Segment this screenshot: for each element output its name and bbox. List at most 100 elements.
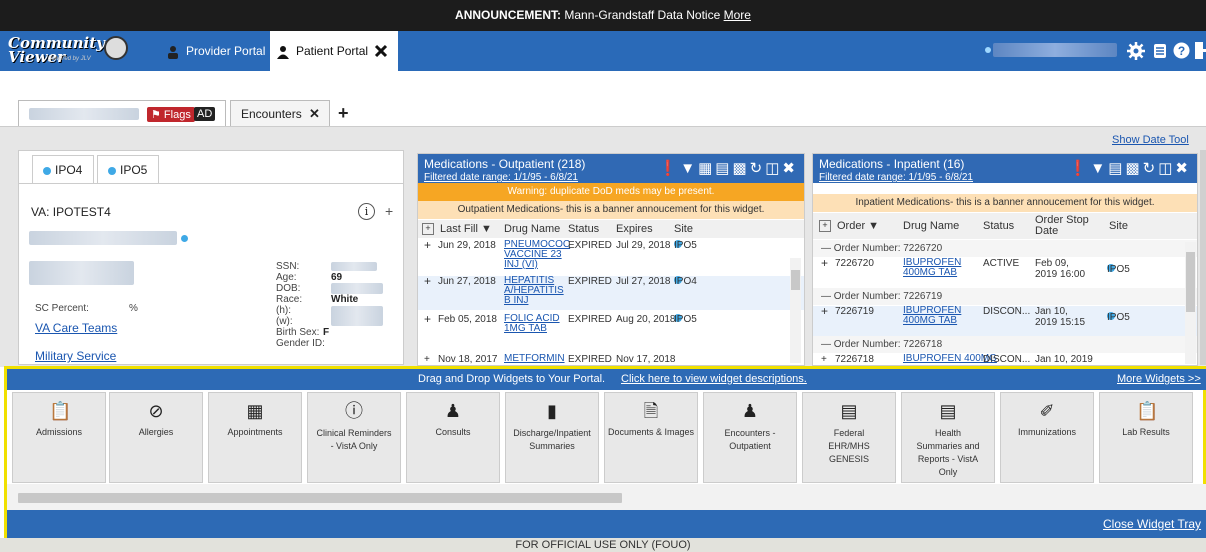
- collapse-icon[interactable]: —: [821, 243, 831, 254]
- widget-toolbar-icons[interactable]: ❗▼▦▤▩↻◫✖: [659, 159, 798, 177]
- widget-card-consults[interactable]: ♟ Consults: [406, 392, 500, 483]
- site-tab-ipo5[interactable]: IPO5: [97, 155, 159, 183]
- widget-toolbar-icons[interactable]: ❗▼▤▩↻◫✖: [1069, 159, 1191, 177]
- drug-name-link[interactable]: METFORMIN: [504, 354, 565, 364]
- expand-row-icon[interactable]: +: [424, 312, 431, 326]
- calendar-icon[interactable]: ▦: [698, 160, 715, 177]
- widget-card-federal-ehr[interactable]: ▤ Federal EHR/MHS GENESIS: [802, 392, 896, 483]
- col-last-fill[interactable]: Last Fill ▼: [440, 220, 492, 238]
- widget-card-discharge[interactable]: ▮ Discharge/Inpatient Summaries: [505, 392, 599, 483]
- expand-all-icon[interactable]: +: [819, 220, 831, 232]
- widget-card-encounters-outpatient[interactable]: ♟ Encounters - Outpatient: [703, 392, 797, 483]
- encounters-tab[interactable]: Encounters ✕: [230, 100, 330, 126]
- order-group-header[interactable]: — Order Number: 7226718: [813, 336, 1197, 353]
- collapse-icon[interactable]: —: [821, 339, 831, 350]
- announcement-more-link[interactable]: More: [724, 8, 751, 22]
- site-tab-ipo4[interactable]: IPO4: [32, 155, 94, 183]
- col-order[interactable]: Order ▼: [837, 213, 879, 239]
- close-widget-tray-link[interactable]: Close Widget Tray: [1103, 517, 1201, 531]
- refresh-icon[interactable]: ↻: [750, 160, 766, 177]
- info-icon[interactable]: ❗: [1069, 160, 1091, 177]
- expand-row-icon[interactable]: +: [424, 238, 431, 252]
- filter-icon[interactable]: ▼: [680, 160, 698, 177]
- order-group-header[interactable]: — Order Number: 7226720: [813, 240, 1197, 257]
- clipboard-icon[interactable]: ▤: [715, 160, 732, 177]
- scroll-thumb[interactable]: [791, 270, 800, 290]
- tray-scroll-thumb[interactable]: [18, 493, 622, 503]
- patient-portal-tab[interactable]: Patient Portal: [270, 31, 398, 71]
- col-status[interactable]: Status: [983, 213, 1014, 239]
- close-icon[interactable]: ✖: [782, 160, 798, 177]
- widget-descriptions-link[interactable]: Click here to view widget descriptions.: [621, 369, 807, 390]
- col-site[interactable]: Site: [674, 220, 693, 238]
- flags-badge[interactable]: ⚑ Flags: [147, 107, 195, 122]
- col-drug-name[interactable]: Drug Name: [504, 220, 560, 238]
- expand-icon[interactable]: ◫: [1158, 160, 1175, 177]
- expand-row-icon[interactable]: +: [821, 256, 828, 270]
- col-expires[interactable]: Expires: [616, 220, 653, 238]
- va-care-teams-link[interactable]: VA Care Teams: [35, 321, 117, 335]
- table-row[interactable]: + Jun 29, 2018 PNEUMOCOC VACCINE 23 INJ …: [418, 238, 804, 274]
- expand-all-icon[interactable]: +: [422, 223, 434, 235]
- table-row[interactable]: + Jun 27, 2018 HEPATITIS A/HEPATITIS B I…: [418, 274, 804, 310]
- table-row[interactable]: + Feb 05, 2018 FOLIC ACID 1MG TAB EXPIRE…: [418, 312, 804, 338]
- col-site[interactable]: Site: [1109, 213, 1128, 239]
- list-icon[interactable]: [1153, 43, 1167, 59]
- widget-card-allergies[interactable]: ⊘ Allergies: [109, 392, 203, 483]
- widget-card-appointments[interactable]: ▦ Appointments: [208, 392, 302, 483]
- table-scrollbar[interactable]: [790, 258, 801, 363]
- drug-name-link[interactable]: IBUPROFEN 400MG TAB: [903, 258, 981, 278]
- workspace-scrollbar[interactable]: [1200, 150, 1206, 365]
- filter-icon[interactable]: ▼: [1090, 160, 1108, 177]
- expand-row-icon[interactable]: +: [821, 354, 827, 365]
- close-tab-icon[interactable]: ✕: [309, 101, 320, 127]
- widget-header[interactable]: Medications - Outpatient (218) Filtered …: [418, 154, 804, 183]
- drug-name-link[interactable]: PNEUMOCOC VACCINE 23 INJ (VI): [504, 240, 570, 270]
- show-date-tool-link[interactable]: Show Date Tool: [1112, 134, 1189, 146]
- more-widgets-link[interactable]: More Widgets >>: [1117, 369, 1201, 390]
- print-icon[interactable]: ▩: [1125, 160, 1142, 177]
- help-icon[interactable]: ?: [1173, 42, 1190, 59]
- close-icon[interactable]: ✖: [1175, 160, 1191, 177]
- add-tab-icon[interactable]: +: [338, 100, 349, 126]
- filter-range-link[interactable]: Filtered date range: 1/1/95 - 6/8/21: [424, 172, 578, 183]
- drug-name-link[interactable]: HEPATITIS A/HEPATITIS B INJ: [504, 276, 566, 306]
- provider-portal-tab[interactable]: Provider Portal: [160, 31, 268, 71]
- collapse-icon[interactable]: —: [821, 291, 831, 302]
- col-status[interactable]: Status: [568, 220, 599, 238]
- widget-card-immunizations[interactable]: ✐ Immunizations: [1000, 392, 1094, 483]
- expand-row-icon[interactable]: +: [424, 274, 431, 288]
- widget-card-health-summaries[interactable]: ▤ Health Summaries and Reports - VistA On…: [901, 392, 995, 483]
- gear-icon[interactable]: [1127, 42, 1145, 60]
- table-row[interactable]: + 7226720 IBUPROFEN 400MG TAB ACTIVE Feb…: [813, 256, 1197, 288]
- ad-badge[interactable]: AD: [194, 107, 216, 121]
- drug-name-link[interactable]: FOLIC ACID 1MG TAB: [504, 314, 570, 334]
- logout-icon[interactable]: [1195, 42, 1206, 59]
- table-row[interactable]: + Nov 18, 2017 METFORMIN EXPIRED Nov 17,…: [418, 354, 804, 365]
- filter-range-link[interactable]: Filtered date range: 1/1/95 - 6/8/21: [819, 172, 973, 183]
- col-order-stop-date[interactable]: Order Stop Date: [1035, 215, 1095, 237]
- refresh-icon[interactable]: ↻: [1143, 160, 1159, 177]
- add-icon[interactable]: +: [385, 203, 393, 219]
- expand-icon[interactable]: ◫: [765, 160, 782, 177]
- info-icon[interactable]: ❗: [659, 160, 681, 177]
- widget-card-documents[interactable]: 🗎 Documents & Images: [604, 392, 698, 483]
- print-icon[interactable]: ▩: [732, 160, 749, 177]
- military-service-link[interactable]: Military Service: [35, 349, 116, 363]
- col-drug-name[interactable]: Drug Name: [903, 213, 959, 239]
- table-row[interactable]: + 7226719 IBUPROFEN 400MG TAB DISCON... …: [813, 304, 1197, 336]
- clipboard-icon[interactable]: ▤: [1108, 160, 1125, 177]
- widget-card-admissions[interactable]: 📋 Admissions: [12, 392, 106, 483]
- widget-card-clinical-reminders[interactable]: ⓘ Clinical Reminders - VistA Only: [307, 392, 401, 483]
- info-icon[interactable]: i: [358, 203, 375, 220]
- order-group-header[interactable]: — Order Number: 7226719: [813, 288, 1197, 305]
- table-row[interactable]: + 7226718 IBUPROFEN 400MG DISCON... Jan …: [813, 354, 1197, 365]
- expand-row-icon[interactable]: +: [821, 304, 828, 318]
- scroll-thumb[interactable]: [1186, 252, 1195, 312]
- table-scrollbar[interactable]: [1185, 242, 1196, 364]
- widget-card-lab-results[interactable]: 📋 Lab Results: [1099, 392, 1193, 483]
- close-portal-icon[interactable]: [374, 44, 388, 58]
- widget-header[interactable]: Medications - Inpatient (16) Filtered da…: [813, 154, 1197, 183]
- expand-row-icon[interactable]: +: [424, 354, 430, 365]
- drug-name-link[interactable]: IBUPROFEN 400MG TAB: [903, 306, 981, 326]
